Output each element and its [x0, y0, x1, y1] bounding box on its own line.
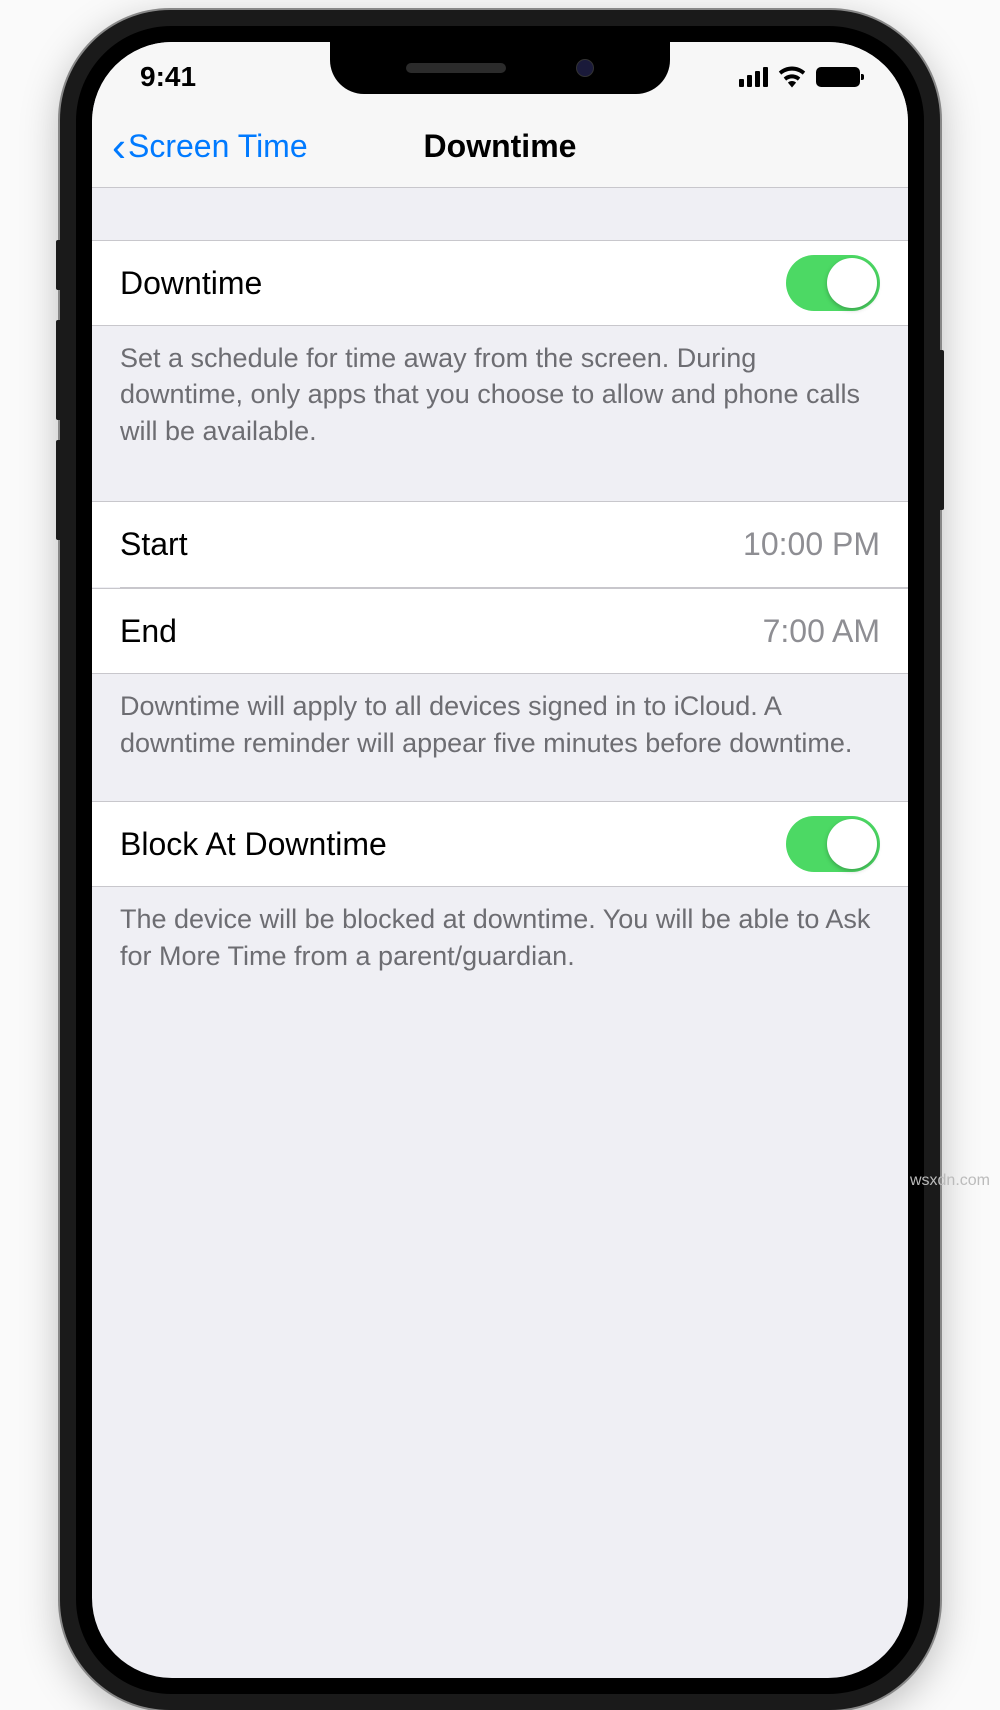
- watermark: wsxdn.com: [910, 1172, 990, 1190]
- page-title: Downtime: [424, 128, 577, 165]
- wifi-icon: [778, 66, 806, 88]
- downtime-description: Set a schedule for time away from the sc…: [92, 326, 908, 449]
- battery-icon: [816, 67, 860, 87]
- end-label: End: [120, 613, 177, 650]
- volume-down-button: [56, 440, 62, 540]
- schedule-group: Start 10:00 PM End 7:00 AM Downtime will…: [92, 501, 908, 761]
- downtime-toggle[interactable]: [786, 255, 880, 311]
- block-at-downtime-toggle[interactable]: [786, 816, 880, 872]
- start-value: 10:00 PM: [743, 526, 880, 563]
- block-at-downtime-cell[interactable]: Block At Downtime: [92, 801, 908, 887]
- power-button: [938, 350, 944, 510]
- screen: 9:41 ‹ Screen Time: [92, 42, 908, 1678]
- schedule-description: Downtime will apply to all devices signe…: [92, 674, 908, 761]
- downtime-toggle-label: Downtime: [120, 265, 262, 302]
- downtime-toggle-cell[interactable]: Downtime: [92, 240, 908, 326]
- cellular-signal-icon: [739, 67, 768, 87]
- speaker: [406, 63, 506, 73]
- status-time: 9:41: [140, 55, 196, 93]
- toggle-knob: [827, 819, 877, 869]
- block-group: Block At Downtime The device will be blo…: [92, 801, 908, 974]
- back-button[interactable]: ‹ Screen Time: [112, 126, 308, 168]
- volume-up-button: [56, 320, 62, 420]
- downtime-toggle-group: Downtime Set a schedule for time away fr…: [92, 240, 908, 449]
- back-button-label: Screen Time: [128, 128, 308, 165]
- status-indicators: [739, 60, 860, 88]
- end-time-cell[interactable]: End 7:00 AM: [92, 588, 908, 674]
- chevron-left-icon: ‹: [112, 126, 126, 168]
- notch: [330, 42, 670, 94]
- block-description: The device will be blocked at downtime. …: [92, 887, 908, 974]
- phone-bezel: 9:41 ‹ Screen Time: [76, 26, 924, 1694]
- end-value: 7:00 AM: [763, 613, 880, 650]
- front-camera: [576, 59, 594, 77]
- start-label: Start: [120, 526, 188, 563]
- start-time-cell[interactable]: Start 10:00 PM: [92, 501, 908, 587]
- toggle-knob: [827, 258, 877, 308]
- block-label: Block At Downtime: [120, 826, 387, 863]
- navigation-bar: ‹ Screen Time Downtime: [92, 106, 908, 188]
- mute-switch: [56, 240, 62, 290]
- phone-frame: 9:41 ‹ Screen Time: [60, 10, 940, 1710]
